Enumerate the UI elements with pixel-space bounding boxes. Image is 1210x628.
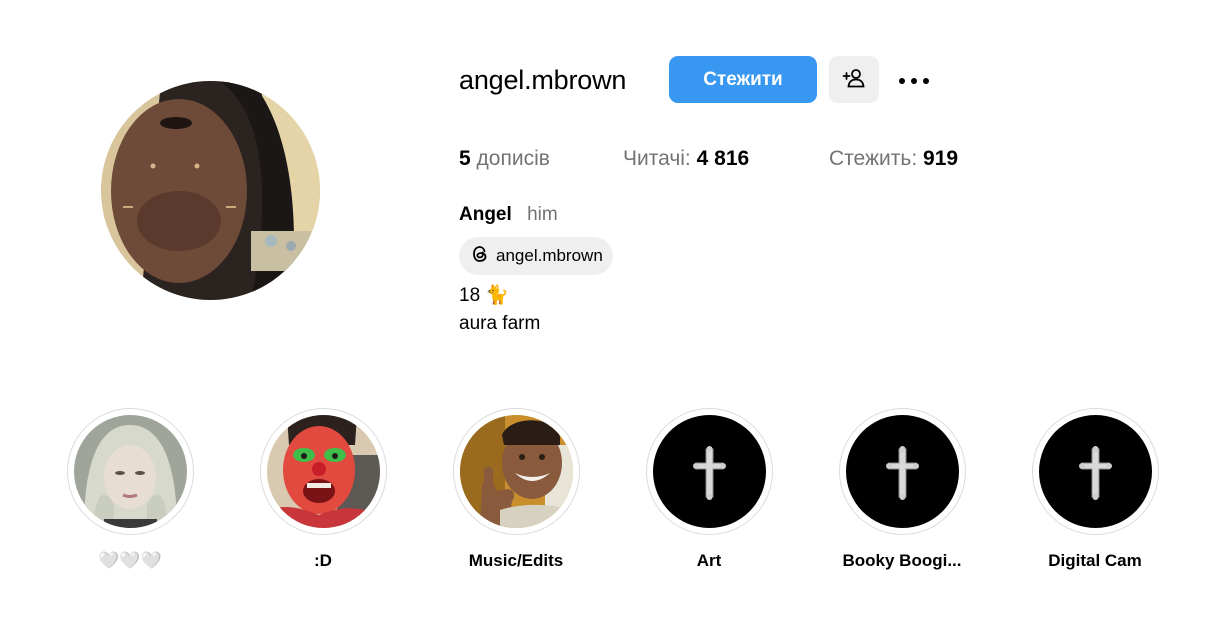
highlight-cover: [459, 415, 573, 528]
posts-count-value: 5: [459, 147, 471, 170]
highlight-ring: [452, 408, 580, 535]
highlight-ring: [66, 408, 194, 535]
highlight-cover: [1038, 415, 1152, 528]
highlight-ring: [645, 408, 773, 535]
highlight-label: Art: [696, 551, 722, 570]
profile-stats: 5 дописів Читачі: 4 816 Стежить: 919: [459, 145, 958, 173]
cross-icon: [652, 415, 766, 528]
highlight-label: :D: [314, 551, 332, 570]
highlight-cover: [652, 415, 766, 528]
bio-line-1: 18 🐈: [459, 285, 510, 306]
follow-button[interactable]: Стежити: [669, 56, 817, 103]
following-label: Стежить:: [829, 147, 918, 170]
avatar-photo: [101, 81, 320, 300]
highlight-item[interactable]: 🤍🤍🤍: [50, 408, 210, 572]
highlight-label: 🤍🤍🤍: [98, 551, 162, 570]
full-name: Angel: [459, 204, 512, 225]
cross-icon: [1038, 415, 1152, 528]
highlight-label: Digital Cam: [1048, 551, 1142, 570]
highlight-ring: [1031, 408, 1159, 535]
threads-badge-link[interactable]: angel.mbrown: [459, 237, 613, 275]
threads-handle: angel.mbrown: [496, 246, 603, 265]
highlight-item[interactable]: Art: [629, 408, 789, 572]
highlight-cover: [73, 415, 187, 528]
pronouns: him: [527, 204, 558, 225]
highlight-cover: [845, 415, 959, 528]
highlight-ring: [838, 408, 966, 535]
highlight-ring: [259, 408, 387, 535]
highlight-item[interactable]: Booky Boogi...: [822, 408, 982, 572]
followers-count: 4 816: [696, 147, 750, 170]
followers-label: Читачі:: [623, 147, 691, 170]
person-plus-icon: [842, 67, 866, 92]
more-options-button[interactable]: [893, 60, 935, 100]
following-count: 919: [923, 147, 959, 170]
followers-link[interactable]: Читачі: 4 816: [623, 145, 829, 173]
posts-count-label: дописів: [476, 147, 550, 170]
profile-avatar[interactable]: [101, 81, 320, 300]
suggested-accounts-button[interactable]: [829, 56, 879, 103]
more-horizontal-icon: [898, 73, 930, 88]
profile-username: angel.mbrown: [459, 65, 627, 95]
highlight-item[interactable]: Digital Cam: [1015, 408, 1175, 572]
highlight-item[interactable]: Music/Edits: [436, 408, 596, 572]
profile-page: angel.mbrown Стежити 5 дописів Читачі: 4…: [0, 0, 1210, 628]
name-row: Angel him: [459, 203, 558, 227]
highlight-label: Booky Boogi...: [842, 551, 962, 570]
following-link[interactable]: Стежить: 919: [829, 145, 958, 173]
cross-icon: [845, 415, 959, 528]
highlight-label: Music/Edits: [468, 551, 564, 570]
highlight-cover: [266, 415, 380, 528]
highlight-item[interactable]: :D: [243, 408, 403, 572]
posts-count: 5 дописів: [459, 145, 623, 173]
bio-line-2: aura farm: [459, 313, 541, 334]
threads-logo-icon: [470, 244, 490, 269]
